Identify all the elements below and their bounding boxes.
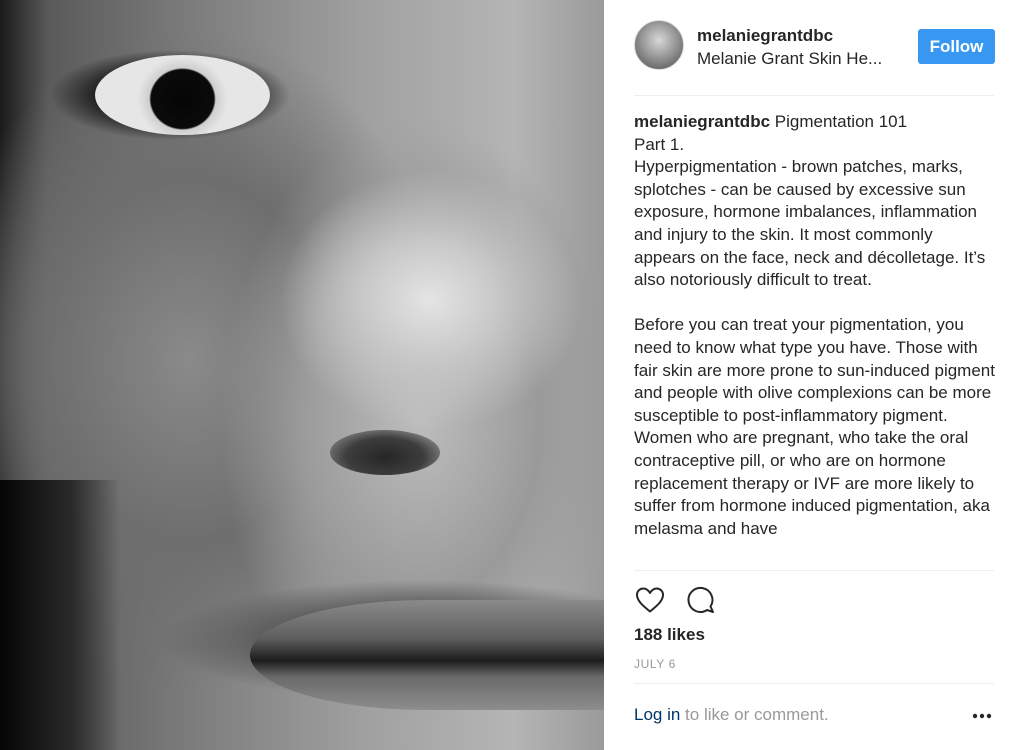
login-suffix: to like or comment. <box>680 705 829 724</box>
heart-icon[interactable] <box>634 584 666 616</box>
header-username[interactable]: melaniegrantdbc <box>697 26 833 46</box>
post-details-panel: melaniegrantdbc Melanie Grant Skin He...… <box>604 0 1024 750</box>
comment-icon[interactable] <box>685 584 717 616</box>
photo-shadow <box>0 480 120 750</box>
follow-button[interactable]: Follow <box>918 29 995 64</box>
post-header: melaniegrantdbc Melanie Grant Skin He...… <box>634 20 995 76</box>
photo-eye <box>95 55 270 135</box>
caption-username[interactable]: melaniegrantdbc <box>634 112 770 131</box>
photo-lips <box>250 600 604 710</box>
action-bar <box>634 584 834 616</box>
likes-count[interactable]: 188 likes <box>634 625 705 645</box>
header-subtitle[interactable]: Melanie Grant Skin He... <box>697 49 897 69</box>
comment-prompt: Log in to like or comment. <box>634 705 994 729</box>
more-options-icon[interactable] <box>970 707 994 725</box>
post-photo <box>0 0 604 750</box>
caption-text: Pigmentation 101 Part 1. Hyperpigmentati… <box>634 112 995 538</box>
post-date: JULY 6 <box>634 657 676 671</box>
footer-divider <box>634 683 994 684</box>
avatar[interactable] <box>634 20 684 70</box>
caption-divider <box>634 570 994 571</box>
photo-nostril <box>330 430 440 475</box>
header-divider <box>634 95 994 96</box>
post-caption: melaniegrantdbc Pigmentation 101 Part 1.… <box>634 111 996 569</box>
login-link[interactable]: Log in <box>634 705 680 724</box>
